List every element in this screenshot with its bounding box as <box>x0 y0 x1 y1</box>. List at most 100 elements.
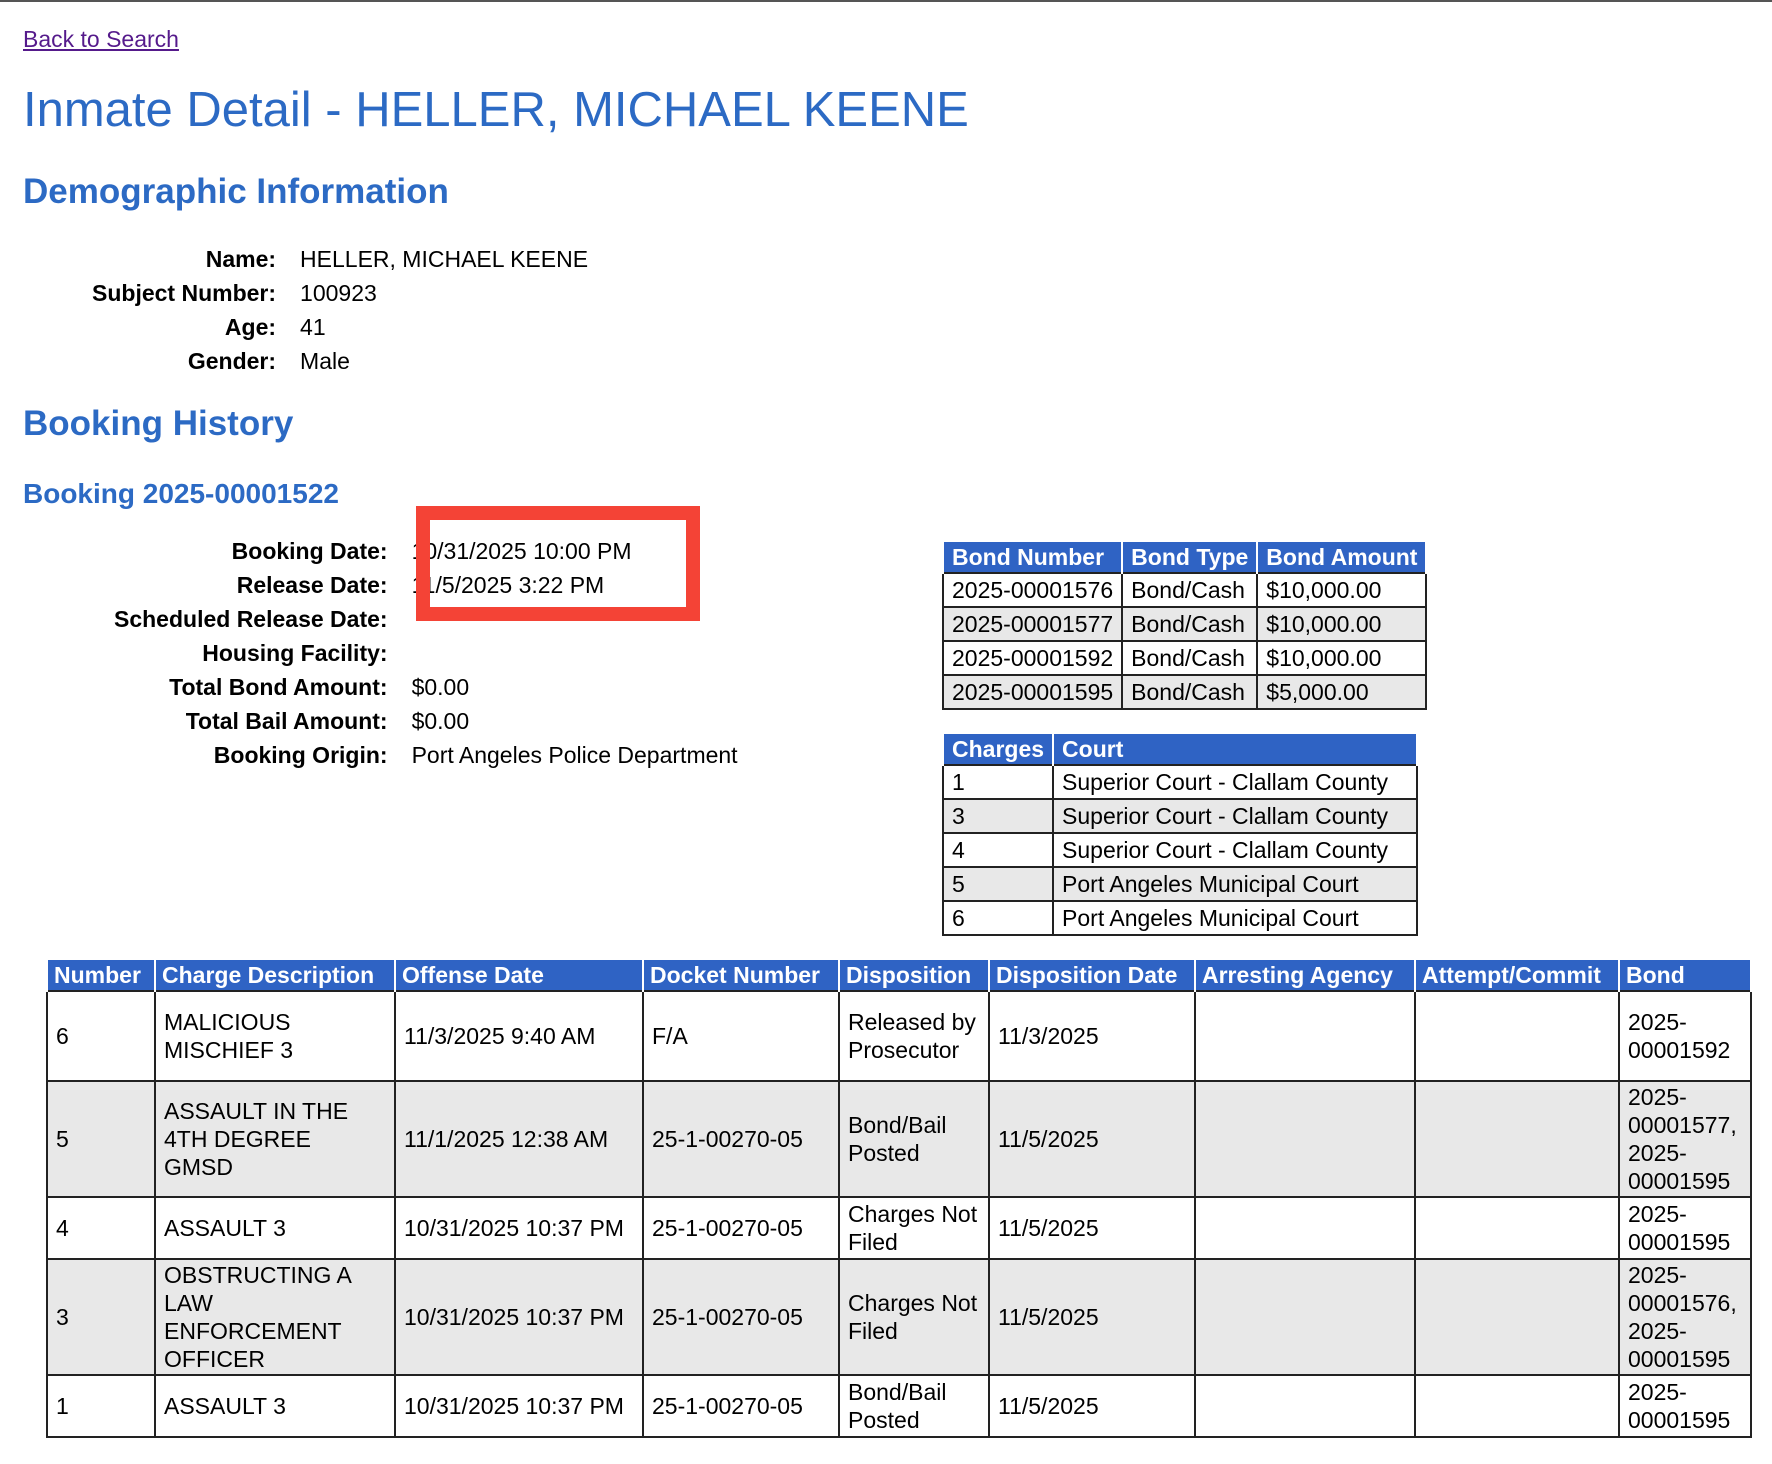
attempt-commit-cell <box>1414 1258 1620 1376</box>
back-to-search-link[interactable]: Back to Search <box>23 26 179 53</box>
booking-detail-value: 11/5/2025 3:22 PM <box>411 571 605 598</box>
docket-number-cell: 25-1-00270-05 <box>642 1258 840 1376</box>
court-charge-cell: 5 <box>941 866 1055 902</box>
court-row: 5 Port Angeles Municipal Court <box>941 866 1419 902</box>
booking-detail-row: Booking Date: 10/31/2025 10:00 PM <box>114 534 738 568</box>
charge-row: 4 ASSAULT 3 10/31/2025 10:37 PM 25-1-002… <box>46 1196 1752 1260</box>
booking-detail-label: Total Bond Amount: <box>169 673 388 700</box>
offense-date-cell: 11/1/2025 12:38 AM <box>394 1080 644 1198</box>
demographic-row: Gender: Male <box>92 344 588 378</box>
bond-amount-cell: $10,000.00 <box>1256 640 1428 676</box>
bond-number-cell: 2025-00001595 <box>941 674 1124 710</box>
demographic-label: Age: <box>224 313 277 340</box>
booking-detail-value: Port Angeles Police Department <box>411 741 738 768</box>
docket-number-cell: 25-1-00270-05 <box>642 1196 840 1260</box>
booking-detail-value <box>400 602 738 636</box>
booking-detail-row: Total Bond Amount: $0.00 <box>114 670 738 704</box>
court-name-cell: Superior Court - Clallam County <box>1052 832 1419 868</box>
court-row: 6 Port Angeles Municipal Court <box>941 900 1419 936</box>
bond-amount-cell: $10,000.00 <box>1256 572 1428 608</box>
disposition-date-header: Disposition Date <box>988 960 1196 991</box>
court-name-cell: Superior Court - Clallam County <box>1052 764 1419 800</box>
charge-description-cell: ASSAULT IN THE 4TH DEGREE GMSD <box>154 1080 396 1198</box>
attempt-commit-cell <box>1414 1080 1620 1198</box>
demographic-value: HELLER, MICHAEL KEENE <box>300 245 589 272</box>
charge-number-cell: 3 <box>46 1258 156 1376</box>
top-border <box>0 0 1772 2</box>
charge-description-header: Charge Description <box>154 960 396 991</box>
charge-description-cell: ASSAULT 3 <box>154 1374 396 1438</box>
demographic-value: 100923 <box>300 279 377 306</box>
bond-number-header: Bond Number <box>941 540 1124 573</box>
demographic-table: Name: HELLER, MICHAEL KEENE Subject Numb… <box>92 242 588 378</box>
arresting-agency-cell <box>1194 990 1416 1082</box>
booking-detail-label: Booking Origin: <box>213 741 388 768</box>
attempt-commit-header: Attempt/Commit <box>1414 960 1620 991</box>
offense-date-cell: 10/31/2025 10:37 PM <box>394 1258 644 1376</box>
docket-number-cell: F/A <box>642 990 840 1082</box>
demographic-label: Name: <box>205 245 277 272</box>
demographic-value: Male <box>300 347 350 374</box>
court-header-row: Charges Court <box>941 732 1419 765</box>
charge-description-cell: ASSAULT 3 <box>154 1196 396 1260</box>
charges-header: Charges <box>941 732 1055 765</box>
bond-table: Bond Number Bond Type Bond Amount 2025-0… <box>941 540 1428 710</box>
charges-table: Number Charge Description Offense Date D… <box>46 960 1752 1438</box>
court-name-cell: Port Angeles Municipal Court <box>1052 866 1419 902</box>
court-row: 1 Superior Court - Clallam County <box>941 764 1419 800</box>
charge-description-cell: MALICIOUS MISCHIEF 3 <box>154 990 396 1082</box>
charge-row: 5 ASSAULT IN THE 4TH DEGREE GMSD 11/1/20… <box>46 1080 1752 1198</box>
disposition-cell: Released by Prosecutor <box>838 990 990 1082</box>
booking-detail-row: Housing Facility: <box>114 636 738 670</box>
bond-row: 2025-00001577 Bond/Cash $10,000.00 <box>941 606 1428 642</box>
page-title: Inmate Detail - HELLER, MICHAEL KEENE <box>23 83 969 137</box>
disposition-cell: Bond/Bail Posted <box>838 1374 990 1438</box>
booking-detail-row: Total Bail Amount: $0.00 <box>114 704 738 738</box>
bond-row: 2025-00001592 Bond/Cash $10,000.00 <box>941 640 1428 676</box>
attempt-commit-cell <box>1414 990 1620 1082</box>
booking-detail-label: Booking Date: <box>231 537 388 564</box>
charge-number-cell: 1 <box>46 1374 156 1438</box>
charge-description-cell: OBSTRUCTING A LAW ENFORCEMENT OFFICER <box>154 1258 396 1376</box>
booking-detail-value: $0.00 <box>411 673 470 700</box>
charge-number-cell: 4 <box>46 1196 156 1260</box>
arresting-agency-cell <box>1194 1080 1416 1198</box>
booking-detail-label: Housing Facility: <box>202 639 388 666</box>
bond-row: 2025-00001576 Bond/Cash $10,000.00 <box>941 572 1428 608</box>
bond-cell: 2025-00001595 <box>1618 1374 1752 1438</box>
bond-cell: 2025-00001592 <box>1618 990 1752 1082</box>
booking-detail-value <box>400 636 738 670</box>
booking-detail-row: Scheduled Release Date: <box>114 602 738 636</box>
arresting-agency-cell <box>1194 1196 1416 1260</box>
booking-detail-value: 10/31/2025 10:00 PM <box>411 537 632 564</box>
bond-header-row: Bond Number Bond Type Bond Amount <box>941 540 1428 573</box>
demographic-label: Subject Number: <box>92 279 277 306</box>
demographic-row: Age: 41 <box>92 310 588 344</box>
attempt-commit-cell <box>1414 1374 1620 1438</box>
arresting-agency-cell <box>1194 1374 1416 1438</box>
booking-detail-label: Total Bail Amount: <box>185 707 388 734</box>
bond-type-cell: Bond/Cash <box>1121 606 1259 642</box>
court-charge-cell: 3 <box>941 798 1055 834</box>
number-header: Number <box>46 960 156 991</box>
bond-cell: 2025-00001577, 2025-00001595 <box>1618 1080 1752 1198</box>
demographic-label: Gender: <box>187 347 277 374</box>
disposition-date-cell: 11/5/2025 <box>988 1196 1196 1260</box>
booking-detail-value: $0.00 <box>411 707 470 734</box>
demographic-value: 41 <box>300 313 326 340</box>
charges-header-row: Number Charge Description Offense Date D… <box>46 960 1752 991</box>
docket-number-cell: 25-1-00270-05 <box>642 1080 840 1198</box>
charge-row: 1 ASSAULT 3 10/31/2025 10:37 PM 25-1-002… <box>46 1374 1752 1438</box>
charge-number-cell: 6 <box>46 990 156 1082</box>
disposition-date-cell: 11/5/2025 <box>988 1080 1196 1198</box>
booking-detail-label: Release Date: <box>236 571 388 598</box>
court-charge-cell: 6 <box>941 900 1055 936</box>
bond-header: Bond <box>1618 960 1752 991</box>
bond-cell: 2025-00001576, 2025-00001595 <box>1618 1258 1752 1376</box>
charge-row: 3 OBSTRUCTING A LAW ENFORCEMENT OFFICER … <box>46 1258 1752 1376</box>
bond-amount-header: Bond Amount <box>1256 540 1428 573</box>
disposition-header: Disposition <box>838 960 990 991</box>
court-row: 4 Superior Court - Clallam County <box>941 832 1419 868</box>
offense-date-cell: 10/31/2025 10:37 PM <box>394 1196 644 1260</box>
disposition-cell: Bond/Bail Posted <box>838 1080 990 1198</box>
